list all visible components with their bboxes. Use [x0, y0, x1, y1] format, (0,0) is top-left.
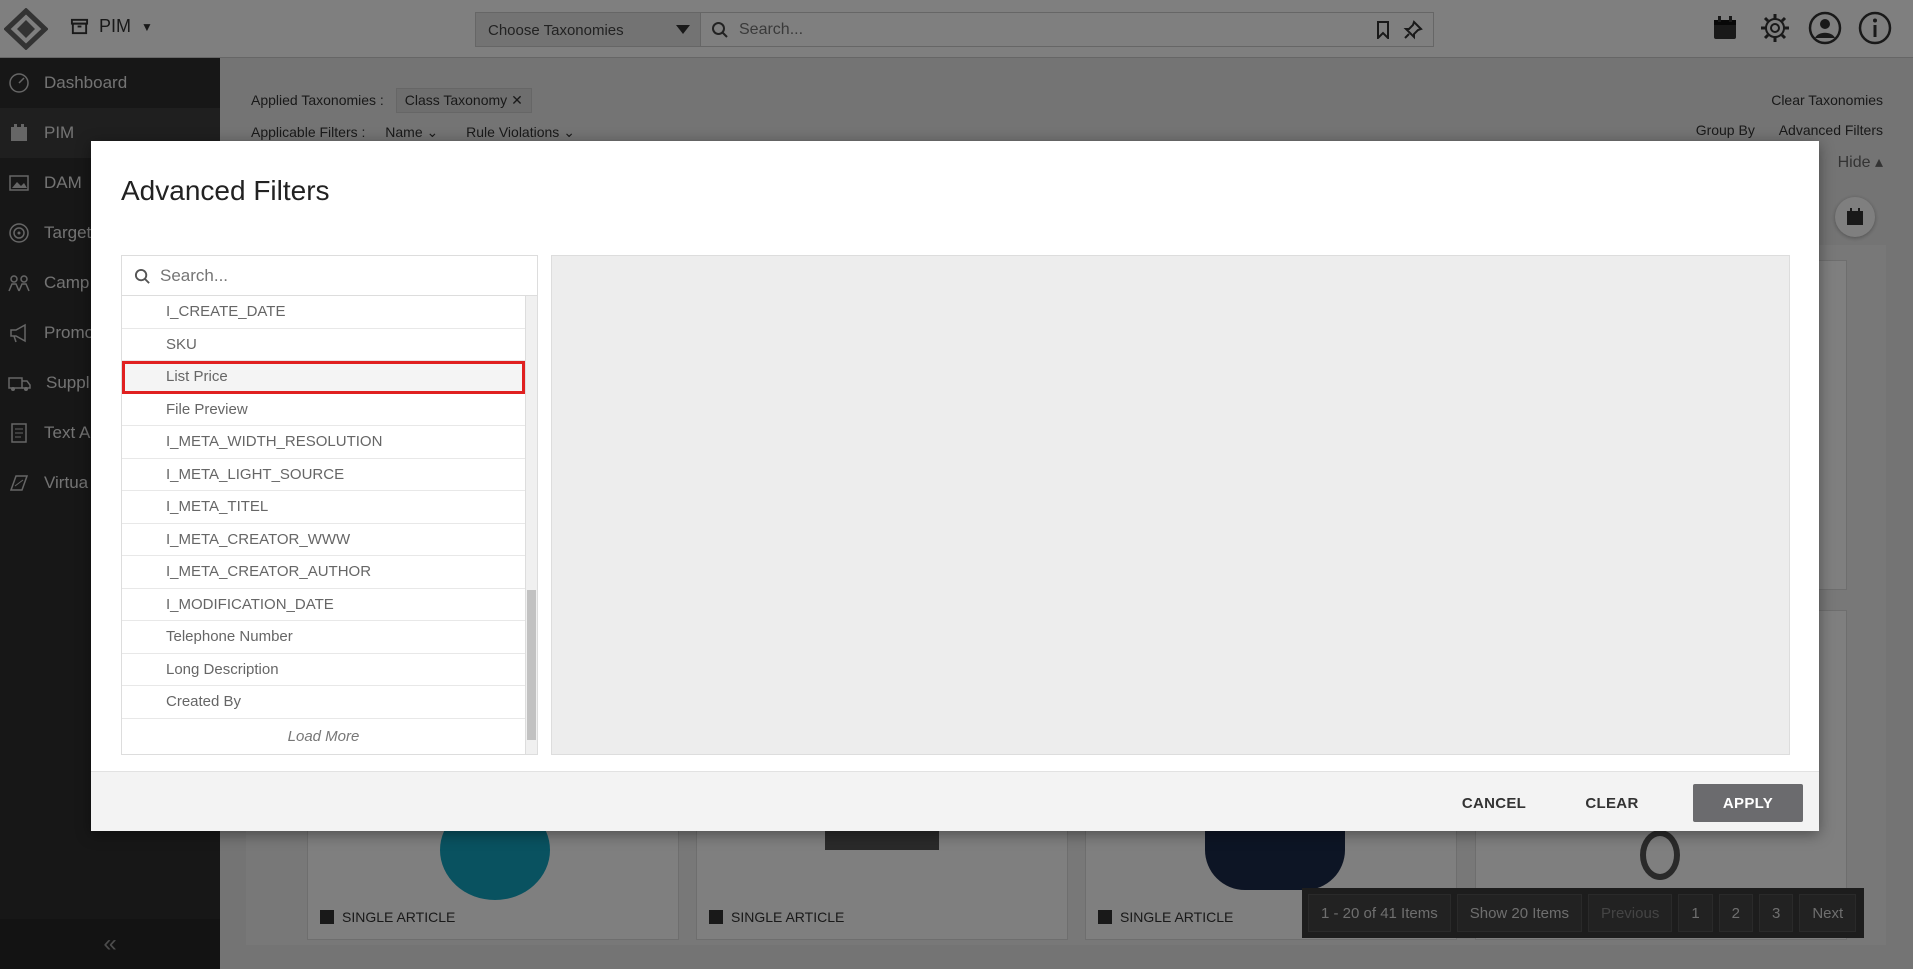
advanced-filters-dialog: Advanced Filters I_CREATE_DATE SKU List … — [91, 141, 1819, 831]
load-more-link[interactable]: Load More — [122, 719, 525, 755]
attribute-panel: I_CREATE_DATE SKU List Price File Previe… — [121, 255, 538, 755]
dialog-title: Advanced Filters — [121, 175, 330, 206]
attribute-item[interactable]: I_MODIFICATION_DATE — [122, 589, 525, 621]
attribute-item[interactable]: I_CREATE_DATE — [122, 296, 525, 329]
attribute-list: I_CREATE_DATE SKU List Price File Previe… — [122, 296, 525, 756]
attribute-item[interactable]: SKU — [122, 329, 525, 361]
search-icon — [134, 268, 150, 284]
attribute-item[interactable]: I_META_WIDTH_RESOLUTION — [122, 426, 525, 459]
attribute-item[interactable]: Long Description — [122, 654, 525, 686]
dialog-footer: CANCEL CLEAR APPLY — [91, 771, 1819, 831]
clear-button[interactable]: CLEAR — [1567, 784, 1657, 822]
attribute-item[interactable]: Created By — [122, 686, 525, 719]
apply-button[interactable]: APPLY — [1693, 784, 1803, 822]
attribute-item[interactable]: File Preview — [122, 394, 525, 426]
attribute-item[interactable]: I_META_TITEL — [122, 491, 525, 524]
attribute-search-input[interactable] — [160, 266, 520, 286]
attribute-item[interactable]: I_META_LIGHT_SOURCE — [122, 459, 525, 491]
attribute-item-list-price[interactable]: List Price — [122, 361, 525, 394]
scrollbar-thumb[interactable] — [527, 590, 536, 740]
cancel-button[interactable]: CANCEL — [1449, 784, 1539, 822]
attribute-item[interactable]: I_META_CREATOR_AUTHOR — [122, 556, 525, 589]
attribute-list-scrollbar[interactable] — [525, 296, 537, 754]
attribute-item[interactable]: I_META_CREATOR_WWW — [122, 524, 525, 556]
attribute-item[interactable]: Telephone Number — [122, 621, 525, 654]
attribute-search — [122, 256, 537, 296]
filter-criteria-area — [551, 255, 1790, 755]
